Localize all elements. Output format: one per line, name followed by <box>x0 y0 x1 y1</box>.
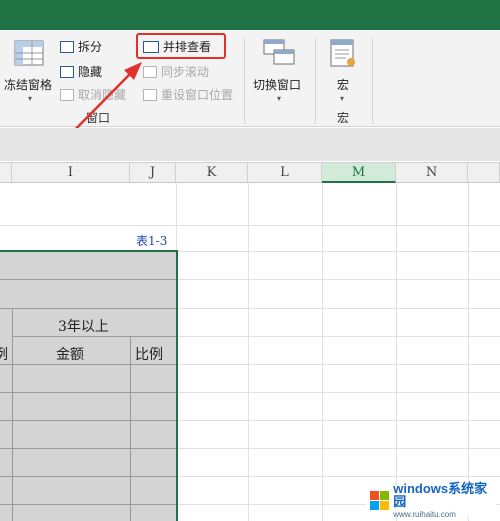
table-line <box>0 279 177 280</box>
divider <box>244 38 245 124</box>
hide-icon <box>60 65 74 78</box>
gridline <box>248 183 249 521</box>
macros-button[interactable]: 宏 ▾ <box>322 36 366 106</box>
header-ratio: 比例 <box>135 347 163 363</box>
formula-area <box>0 128 500 161</box>
gridline <box>396 183 397 521</box>
table-line <box>12 336 177 337</box>
table-line <box>0 392 177 393</box>
macros-group-label: 宏 <box>337 111 350 125</box>
watermark-title: windows系统家园 <box>393 480 488 509</box>
macros-icon <box>330 39 355 67</box>
column-header-l[interactable]: L <box>248 163 322 183</box>
gridline <box>322 183 323 521</box>
table-line <box>0 476 177 477</box>
column-header-m[interactable]: M <box>322 163 396 183</box>
chevron-down-icon: ▾ <box>28 94 33 103</box>
chevron-down-icon: ▾ <box>340 94 345 103</box>
switch-windows-label: 切换窗口 <box>253 78 302 92</box>
table-line <box>0 308 177 309</box>
reset-window-position-label: 重设窗口位置 <box>161 88 234 102</box>
table-line <box>0 420 177 421</box>
switch-windows-icon <box>263 39 295 65</box>
unhide-label: 取消隐藏 <box>78 88 127 102</box>
watermark: windows系统家园 www.ruihaitu.com <box>366 480 496 519</box>
column-header-partial[interactable] <box>0 163 12 183</box>
freeze-panes-label: 冻结窗格 <box>4 78 53 92</box>
column-header-row: I J K L M N <box>0 162 500 183</box>
sync-scroll-icon <box>143 65 157 78</box>
sync-scroll-label: 同步滚动 <box>161 65 210 79</box>
split-label: 拆分 <box>78 40 103 54</box>
reset-position-icon <box>143 88 157 101</box>
header-3-years-plus: 3年以上 <box>58 319 109 335</box>
windows-logo-icon <box>370 491 389 511</box>
header-ratio-partial: 例 <box>0 347 8 363</box>
sync-scroll-button[interactable]: 同步滚动 <box>143 63 209 80</box>
column-header-j[interactable]: J <box>130 163 176 183</box>
header-amount: 金额 <box>56 347 84 363</box>
switch-windows-button[interactable]: 切换窗口 ▾ <box>250 36 308 106</box>
column-header-o[interactable] <box>468 163 500 183</box>
table-line <box>0 504 177 505</box>
highlight-box <box>136 33 226 59</box>
split-icon <box>60 40 74 53</box>
column-header-i[interactable]: I <box>12 163 130 183</box>
table-line <box>0 364 177 365</box>
table-reference-label: 表1-3 <box>136 234 168 248</box>
column-header-k[interactable]: K <box>176 163 248 183</box>
selection-border <box>0 250 178 252</box>
selection-border <box>176 250 178 521</box>
hide-label: 隐藏 <box>78 65 103 79</box>
gridline <box>468 183 469 521</box>
divider <box>372 38 373 124</box>
watermark-subtitle: www.ruihaitu.com <box>393 509 456 519</box>
split-button[interactable]: 拆分 <box>60 38 102 55</box>
table-line <box>0 448 177 449</box>
reset-window-position-button[interactable]: 重设窗口位置 <box>143 86 233 103</box>
gridline <box>0 225 500 226</box>
hide-button[interactable]: 隐藏 <box>60 63 102 80</box>
freeze-panes-button[interactable]: 冻结窗格 ▾ <box>2 36 56 106</box>
unhide-icon <box>60 88 74 101</box>
selected-table-range[interactable] <box>0 250 177 521</box>
ribbon-view-tab: 冻结窗格 ▾ 拆分 隐藏 取消隐藏 并排查看 同步滚动 重设窗口位置 切换窗口 … <box>0 30 500 127</box>
table-line <box>12 308 13 521</box>
chevron-down-icon: ▾ <box>277 94 282 103</box>
divider <box>315 38 316 124</box>
window-group-label: 窗口 <box>86 111 111 125</box>
table-line <box>130 336 131 521</box>
macros-label: 宏 <box>337 78 350 92</box>
title-bar <box>0 0 500 30</box>
column-header-n[interactable]: N <box>396 163 468 183</box>
freeze-panes-icon <box>14 40 44 66</box>
unhide-button[interactable]: 取消隐藏 <box>60 86 126 103</box>
